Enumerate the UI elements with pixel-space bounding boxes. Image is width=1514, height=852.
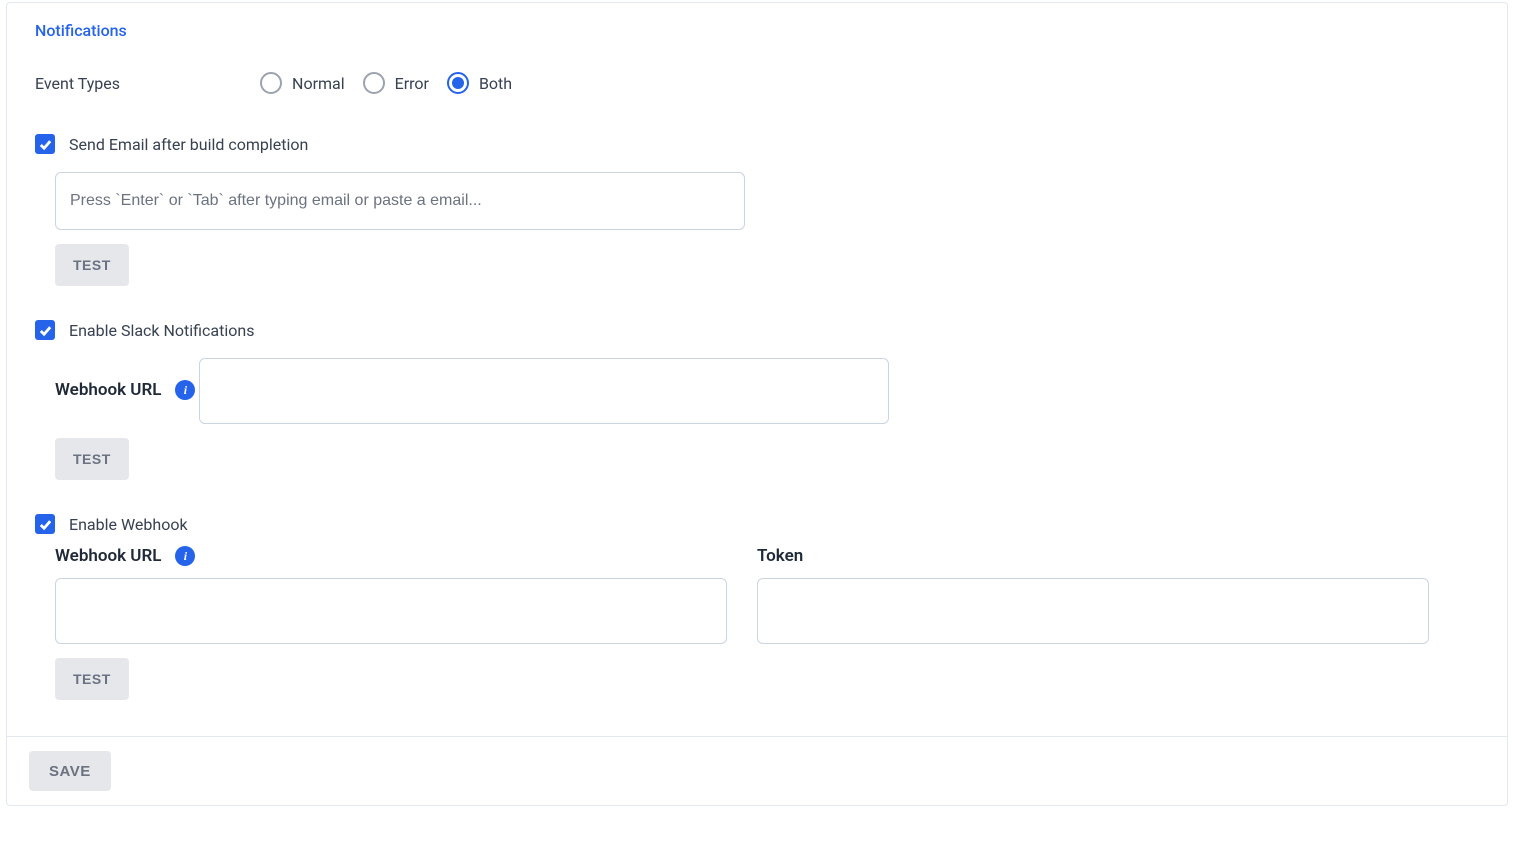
checkbox-enable-webhook[interactable] (35, 514, 55, 534)
radio-icon (260, 72, 282, 94)
slack-webhook-url-label: Webhook URL (55, 380, 161, 400)
checkbox-enable-slack[interactable] (35, 320, 55, 340)
radio-icon (363, 72, 385, 94)
checkbox-label-enable-webhook: Enable Webhook (69, 515, 188, 534)
test-slack-button[interactable]: TEST (55, 438, 129, 480)
radio-label-error: Error (395, 74, 429, 93)
email-input[interactable] (55, 172, 745, 230)
radio-label-normal: Normal (292, 74, 345, 93)
webhook-token-input[interactable] (757, 578, 1429, 644)
info-icon[interactable]: i (175, 380, 195, 400)
test-webhook-button[interactable]: TEST (55, 658, 129, 700)
slack-webhook-url-input[interactable] (199, 358, 889, 424)
checkmark-icon (38, 137, 53, 152)
checkmark-icon (38, 517, 53, 532)
radio-both[interactable]: Both (447, 72, 512, 94)
webhook-url-input[interactable] (55, 578, 727, 644)
radio-error[interactable]: Error (363, 72, 429, 94)
checkmark-icon (38, 323, 53, 338)
radio-label-both: Both (479, 74, 512, 93)
checkbox-label-send-email: Send Email after build completion (69, 135, 308, 154)
webhook-url-label: Webhook URL (55, 546, 161, 566)
radio-icon (447, 72, 469, 94)
checkbox-label-enable-slack: Enable Slack Notifications (69, 321, 254, 340)
webhook-token-label: Token (757, 546, 803, 566)
checkbox-send-email[interactable] (35, 134, 55, 154)
event-types-radio-group: Normal Error Both (260, 72, 512, 94)
info-icon[interactable]: i (175, 546, 195, 566)
radio-normal[interactable]: Normal (260, 72, 345, 94)
save-button[interactable]: SAVE (29, 751, 111, 791)
event-types-label: Event Types (35, 74, 120, 93)
section-title-notifications: Notifications (7, 3, 1507, 48)
test-email-button[interactable]: TEST (55, 244, 129, 286)
